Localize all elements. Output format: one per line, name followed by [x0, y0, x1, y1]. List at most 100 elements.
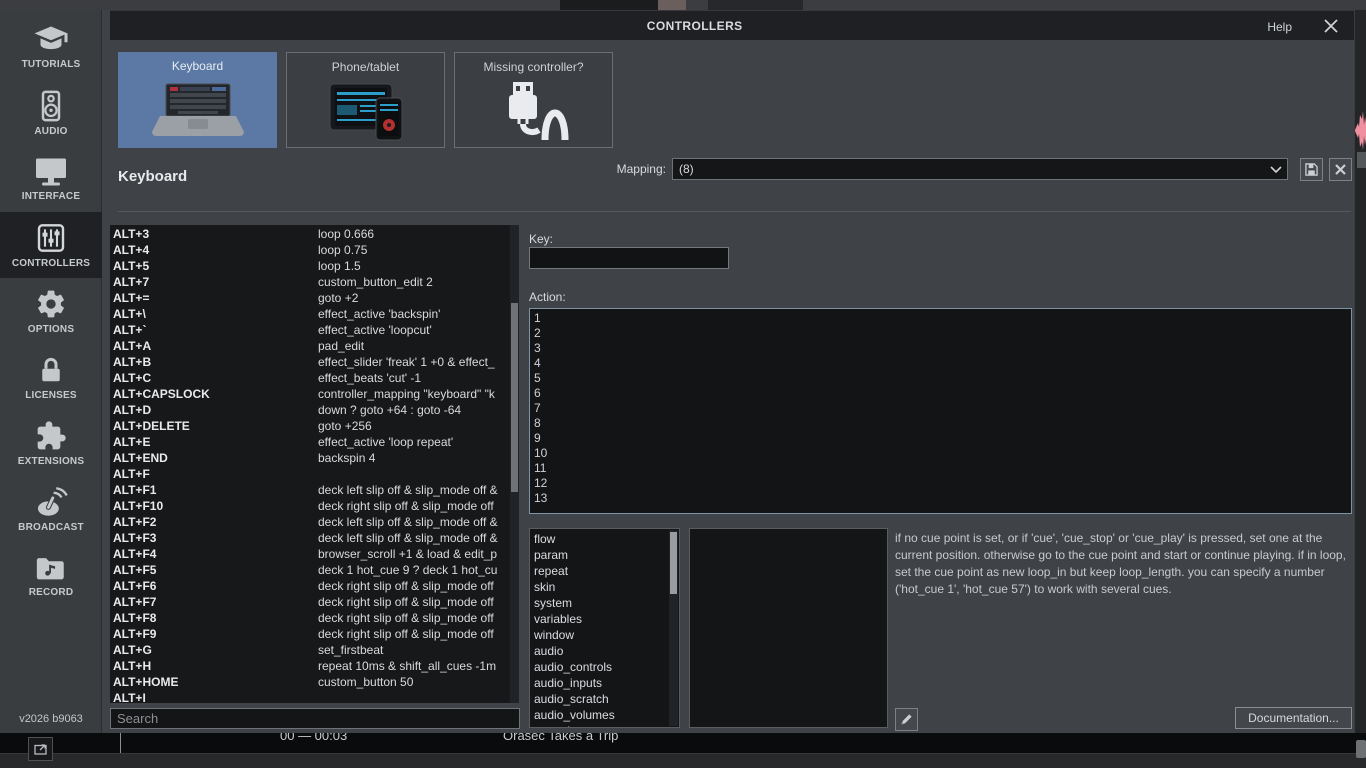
shortcut-row[interactable]: ALT+DELETE goto +256: [113, 418, 510, 434]
x-icon: [1335, 164, 1346, 175]
edit-action-button[interactable]: [895, 708, 918, 731]
category-item[interactable]: automix: [534, 723, 679, 728]
shortcut-key: ALT+F9: [113, 626, 318, 642]
shortcut-list-scrollbar[interactable]: [510, 225, 519, 703]
search-input[interactable]: [110, 708, 520, 729]
close-icon[interactable]: [1322, 17, 1340, 35]
shortcut-row[interactable]: ALT+END backspin 4: [113, 450, 510, 466]
category-item[interactable]: window: [534, 627, 679, 643]
category-item[interactable]: audio_scratch: [534, 691, 679, 707]
shortcut-row[interactable]: ALT+5 loop 1.5: [113, 258, 510, 274]
tab-keyboard[interactable]: Keyboard: [118, 52, 277, 148]
sidebar-item-tutorials[interactable]: TUTORIALS: [0, 14, 102, 80]
shortcut-action: deck left slip off & slip_mode off &: [318, 482, 498, 498]
shortcut-key: ALT+=: [113, 290, 318, 306]
shortcut-row[interactable]: ALT+` effect_active 'loopcut': [113, 322, 510, 338]
sidebar-item-options[interactable]: OPTIONS: [0, 278, 102, 344]
shortcut-row[interactable]: ALT+F: [113, 466, 510, 482]
shortcut-row[interactable]: ALT+F6 deck right slip off & slip_mode o…: [113, 578, 510, 594]
category-item[interactable]: flow: [534, 531, 679, 547]
shortcut-row[interactable]: ALT+HOME custom_button 50: [113, 674, 510, 690]
category-items: flowparamrepeatskinsystemvariableswindow…: [534, 531, 679, 728]
shortcut-row[interactable]: ALT+F1 deck left slip off & slip_mode of…: [113, 482, 510, 498]
documentation-button[interactable]: Documentation...: [1235, 707, 1352, 729]
action-editor[interactable]: 12345678910111213: [529, 308, 1352, 514]
category-item[interactable]: repeat: [534, 563, 679, 579]
category-item[interactable]: audio_volumes: [534, 707, 679, 723]
gear-icon: [35, 288, 67, 320]
shortcut-row[interactable]: ALT+H repeat 10ms & shift_all_cues -1m: [113, 658, 510, 674]
shortcut-row[interactable]: ALT+C effect_beats 'cut' -1: [113, 370, 510, 386]
tab-phone-tablet[interactable]: Phone/tablet: [286, 52, 445, 148]
delete-mapping-button[interactable]: [1329, 158, 1352, 181]
category-item[interactable]: audio_inputs: [534, 675, 679, 691]
expand-window-button[interactable]: [28, 737, 53, 761]
shortcut-row[interactable]: ALT+7 custom_button_edit 2: [113, 274, 510, 290]
shortcut-row[interactable]: ALT+B effect_slider 'freak' 1 +0 & effec…: [113, 354, 510, 370]
category-item[interactable]: variables: [534, 611, 679, 627]
category-item[interactable]: audio_controls: [534, 659, 679, 675]
sidebar-item-broadcast[interactable]: BROADCAST: [0, 476, 102, 542]
shortcut-key: ALT+A: [113, 338, 318, 354]
shortcut-row[interactable]: ALT+F8 deck right slip off & slip_mode o…: [113, 610, 510, 626]
clipped-time-text: 00 — 00:03: [280, 733, 425, 745]
shortcut-row[interactable]: ALT+I: [113, 690, 510, 703]
shortcut-action: effect_active 'backspin': [318, 306, 440, 322]
editor-line-number: 2: [534, 326, 1351, 341]
editor-line-number: 8: [534, 416, 1351, 431]
category-scrollbar[interactable]: [669, 530, 678, 726]
action-label: Action:: [529, 290, 566, 304]
sidebar-item-interface[interactable]: INTERFACE: [0, 146, 102, 212]
shortcut-list[interactable]: ALT+3 loop 0.666 ALT+4 loop 0.75 ALT+5 l…: [110, 225, 510, 703]
shortcut-row[interactable]: ALT+F9 deck right slip off & slip_mode o…: [113, 626, 510, 642]
shortcut-action: deck right slip off & slip_mode off: [318, 594, 494, 610]
shortcut-row[interactable]: ALT+F3 deck left slip off & slip_mode of…: [113, 530, 510, 546]
shortcut-action: deck left slip off & slip_mode off &: [318, 514, 498, 530]
sidebar-item-licenses[interactable]: LICENSES: [0, 344, 102, 410]
shortcut-action: deck right slip off & slip_mode off: [318, 498, 494, 514]
shortcut-row[interactable]: ALT+A pad_edit: [113, 338, 510, 354]
action-category-list[interactable]: flowparamrepeatskinsystemvariableswindow…: [529, 528, 680, 728]
shortcut-action: browser_scroll +1 & load & edit_p: [318, 546, 497, 562]
shortcut-row[interactable]: ALT+\ effect_active 'backspin': [113, 306, 510, 322]
shortcut-row[interactable]: ALT+E effect_active 'loop repeat': [113, 434, 510, 450]
shortcut-row[interactable]: ALT+= goto +2: [113, 290, 510, 306]
save-mapping-button[interactable]: [1300, 158, 1323, 181]
shortcut-row[interactable]: ALT+3 loop 0.666: [113, 226, 510, 242]
sidebar-item-extensions[interactable]: EXTENSIONS: [0, 410, 102, 476]
shortcut-action: deck left slip off & slip_mode off &: [318, 530, 498, 546]
scrollbar-thumb[interactable]: [670, 532, 677, 594]
action-sub-list[interactable]: [689, 528, 888, 728]
shortcut-key: ALT+HOME: [113, 674, 318, 690]
category-item[interactable]: audio: [534, 643, 679, 659]
shortcut-row[interactable]: ALT+G set_firstbeat: [113, 642, 510, 658]
shortcut-action: pad_edit: [318, 338, 364, 354]
shortcut-row[interactable]: ALT+F4 browser_scroll +1 & load & edit_p: [113, 546, 510, 562]
shortcut-row[interactable]: ALT+F5 deck 1 hot_cue 9 ? deck 1 hot_cu: [113, 562, 510, 578]
shortcut-key: ALT+CAPSLOCK: [113, 386, 318, 402]
sidebar-item-record[interactable]: RECORD: [0, 542, 102, 608]
category-item[interactable]: skin: [534, 579, 679, 595]
shortcut-key: ALT+5: [113, 258, 318, 274]
top-strip-segment: [658, 0, 686, 10]
scrollbar-thumb[interactable]: [511, 303, 518, 492]
sidebar-item-audio[interactable]: AUDIO: [0, 80, 102, 146]
shortcut-row[interactable]: ALT+F7 deck right slip off & slip_mode o…: [113, 594, 510, 610]
category-item[interactable]: system: [534, 595, 679, 611]
shortcut-key: ALT+F1: [113, 482, 318, 498]
help-link[interactable]: Help: [1267, 20, 1292, 34]
mapping-dropdown[interactable]: (8): [672, 158, 1288, 180]
shortcut-row[interactable]: ALT+CAPSLOCK controller_mapping "keyboar…: [113, 386, 510, 402]
sidebar-item-controllers[interactable]: CONTROLLERS: [0, 212, 102, 278]
category-item[interactable]: param: [534, 547, 679, 563]
shortcut-row[interactable]: ALT+F10 deck right slip off & slip_mode …: [113, 498, 510, 514]
key-field[interactable]: [529, 247, 729, 269]
shortcut-key: ALT+C: [113, 370, 318, 386]
shortcut-row[interactable]: ALT+4 loop 0.75: [113, 242, 510, 258]
shortcut-action: loop 1.5: [318, 258, 361, 274]
editor-line-number: 10: [534, 446, 1351, 461]
shortcut-row[interactable]: ALT+F2 deck left slip off & slip_mode of…: [113, 514, 510, 530]
puzzle-icon: [35, 420, 67, 452]
shortcut-row[interactable]: ALT+D down ? goto +64 : goto -64: [113, 402, 510, 418]
tab-missing-controller[interactable]: Missing controller?: [454, 52, 613, 148]
